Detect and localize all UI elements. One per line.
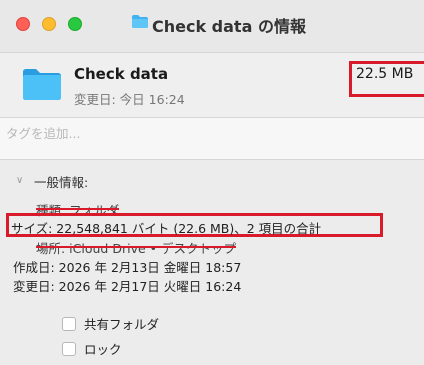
locked-label: ロック [84,342,122,357]
modified-row: 変更日: 2026 年 2月17日 火曜日 16:24 [13,279,242,294]
shared-folder-label: 共有フォルダ [84,317,160,332]
folder-icon [131,14,149,33]
window-title: Check data の情報 [152,17,306,36]
tags-area [0,118,424,160]
where-text: 場所: iCloud Drive • デスクトップ [36,241,236,256]
item-size: 22.5 MB [356,66,414,82]
item-modified: 変更日: 今日 16:24 [74,92,185,107]
strike-line [36,246,236,248]
close-button[interactable] [16,17,30,31]
title-bar: Check data の情報 [0,0,424,52]
shared-folder-option[interactable]: 共有フォルダ [62,314,159,333]
item-name: Check data [74,65,169,83]
disclosure-chevron-icon[interactable]: ∨ [16,175,23,186]
size-row: サイズ: 22,548,841 バイト (22.6 MB)、2 項目の合計 [11,221,322,236]
created-row: 作成日: 2026 年 2月13日 金曜日 18:57 [13,260,242,275]
minimize-button[interactable] [42,17,56,31]
locked-option[interactable]: ロック [62,339,122,358]
locked-checkbox[interactable] [62,342,76,356]
shared-folder-checkbox[interactable] [62,317,76,331]
folder-icon [22,67,62,105]
zoom-button[interactable] [68,17,82,31]
section-title[interactable]: 一般情報: [34,172,88,191]
where-row: 場所: iCloud Drive • デスクトップ [36,238,236,257]
general-info-section: ∨ 一般情報: 種類: フォルダ サイズ: 22,548,841 バイト (22… [0,160,424,365]
strike-line [36,208,120,210]
info-header: Check data 変更日: 今日 16:24 22.5 MB [0,52,424,118]
tags-input[interactable] [6,122,406,144]
